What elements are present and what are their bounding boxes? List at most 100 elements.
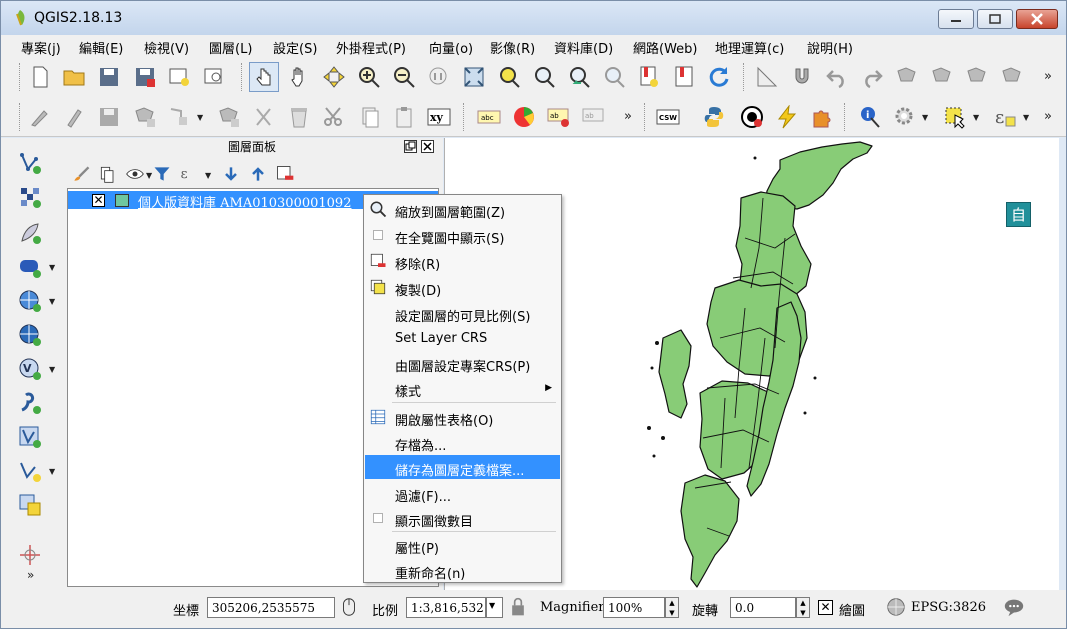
- ctx-save-as[interactable]: 存檔為...: [365, 430, 560, 454]
- menu-layer[interactable]: 圖層(L): [209, 38, 252, 57]
- move-feature-button[interactable]: [929, 64, 955, 90]
- messages-button[interactable]: [1003, 596, 1025, 618]
- menu-plugins[interactable]: 外掛程式(P): [336, 38, 406, 57]
- new-bookmark-button[interactable]: [636, 64, 662, 90]
- magnifier-spinner[interactable]: ▲ ▼: [665, 597, 679, 618]
- ctx-open-attribute-table[interactable]: 開啟屬性表格(O): [365, 405, 560, 429]
- show-hide-labels-button[interactable]: ab: [581, 104, 607, 130]
- pin-labels-button[interactable]: ab: [546, 104, 572, 130]
- dropdown-arrow-icon[interactable]: ▼: [197, 113, 203, 122]
- new-project-button[interactable]: [27, 64, 53, 90]
- dropdown-arrow-icon[interactable]: ▼: [1023, 113, 1029, 122]
- toolbar-overflow-icon[interactable]: »: [1044, 109, 1052, 124]
- menu-web[interactable]: 網路(Web): [633, 38, 698, 57]
- panel-float-button[interactable]: [404, 140, 417, 153]
- diagram-button[interactable]: [511, 104, 537, 130]
- visibility-button[interactable]: [125, 164, 145, 184]
- menu-settings[interactable]: 設定(S): [273, 38, 317, 57]
- crs-status-button[interactable]: [885, 596, 907, 618]
- ctx-set-scale-visibility[interactable]: 設定圖層的可見比例(S): [365, 301, 560, 325]
- menu-processing[interactable]: 地理運算(c): [715, 38, 784, 57]
- zoom-to-selection-button[interactable]: [496, 64, 522, 90]
- fill-ring-button[interactable]: [251, 104, 277, 130]
- layer-visibility-checkbox[interactable]: ✕: [92, 194, 105, 207]
- refresh-button[interactable]: [706, 64, 732, 90]
- ctx-styles[interactable]: 樣式 ▶: [365, 376, 560, 400]
- collapse-all-button[interactable]: [248, 164, 268, 184]
- ctx-show-feature-count[interactable]: 顯示圖徵數目: [365, 506, 560, 530]
- toolbar-overflow-icon[interactable]: »: [1044, 69, 1052, 84]
- zoom-next-button[interactable]: [601, 64, 627, 90]
- remove-layer-button[interactable]: [275, 164, 295, 184]
- scale-dropdown-icon[interactable]: ▼: [486, 597, 503, 618]
- ctx-zoom-to-layer[interactable]: 縮放到圖層範圍(Z): [365, 197, 560, 221]
- coordinate-toggle-button[interactable]: [338, 596, 360, 618]
- add-spatialite-button[interactable]: [17, 220, 43, 246]
- menu-view[interactable]: 檢視(V): [144, 38, 189, 57]
- dropdown-arrow-icon[interactable]: ▼: [922, 113, 928, 122]
- ctx-save-as-layer-definition[interactable]: 儲存為圖層定義檔案...: [365, 455, 560, 479]
- label-tool-button[interactable]: abc: [476, 104, 502, 130]
- toolbar-overflow-icon[interactable]: »: [624, 109, 632, 124]
- toggle-editing-button[interactable]: [61, 104, 87, 130]
- new-print-composer-button[interactable]: [166, 64, 192, 90]
- scale-combobox[interactable]: 1:3,816,532: [406, 597, 486, 618]
- add-wfs-button[interactable]: V: [17, 356, 43, 382]
- current-edits-button[interactable]: [27, 104, 53, 130]
- layer-name[interactable]: 個人版資料庫 AMA010300001092: [138, 192, 351, 211]
- pan-map-button[interactable]: [286, 64, 312, 90]
- panel-close-button[interactable]: [421, 140, 434, 153]
- filter-expression-button[interactable]: ε: [179, 164, 199, 184]
- composer-manager-button[interactable]: [201, 64, 227, 90]
- select-features-button[interactable]: [942, 104, 968, 130]
- menu-database[interactable]: 資料庫(D): [554, 38, 613, 57]
- add-part-button[interactable]: [216, 104, 242, 130]
- python-console-button[interactable]: [701, 104, 727, 130]
- close-button[interactable]: [1016, 9, 1058, 29]
- zoom-last-button[interactable]: [566, 64, 592, 90]
- render-checkbox[interactable]: ✕: [818, 600, 833, 615]
- run-action-button[interactable]: [892, 104, 918, 130]
- add-delimited-text-button[interactable]: xy: [426, 104, 452, 130]
- save-as-button[interactable]: [132, 64, 158, 90]
- node-tool-button[interactable]: [964, 64, 990, 90]
- zoom-to-layer-button[interactable]: [531, 64, 557, 90]
- left-toolbar-overflow-icon[interactable]: »: [27, 568, 34, 582]
- dropdown-arrow-icon[interactable]: ▼: [49, 467, 55, 476]
- paste-button[interactable]: [391, 104, 417, 130]
- add-mssql-button[interactable]: [17, 254, 43, 280]
- measure-button[interactable]: [754, 64, 780, 90]
- cut-button[interactable]: [321, 104, 347, 130]
- csw-button[interactable]: CSW: [655, 104, 681, 130]
- ctx-remove[interactable]: 移除(R): [365, 249, 560, 273]
- save-project-button[interactable]: [96, 64, 122, 90]
- minimize-button[interactable]: [938, 9, 974, 29]
- add-delimited-button[interactable]: [17, 390, 43, 416]
- pan-to-selection-button[interactable]: [321, 64, 347, 90]
- plugin-puzzle-button[interactable]: [809, 104, 835, 130]
- identify-magnet-button[interactable]: [789, 64, 815, 90]
- pan-tool-button[interactable]: [249, 62, 279, 92]
- zoom-in-button[interactable]: [356, 64, 382, 90]
- open-project-button[interactable]: [61, 64, 87, 90]
- add-ring-button[interactable]: [166, 104, 192, 130]
- menu-vector[interactable]: 向量(o): [429, 38, 473, 57]
- menu-raster[interactable]: 影像(R): [490, 38, 535, 57]
- copy-button[interactable]: [356, 104, 382, 130]
- new-temp-layer-button[interactable]: [17, 492, 43, 518]
- dropdown-arrow-icon[interactable]: ▼: [49, 263, 55, 272]
- lock-scale-button[interactable]: [508, 596, 528, 618]
- menu-project[interactable]: 專案(j): [21, 38, 61, 57]
- add-virtual-layer-button[interactable]: [17, 424, 43, 450]
- filter-legend-button[interactable]: [152, 164, 172, 184]
- delete-button[interactable]: [286, 104, 312, 130]
- ctx-filter[interactable]: 過濾(F)...: [365, 481, 560, 505]
- save-edits-button[interactable]: [96, 104, 122, 130]
- ctx-properties[interactable]: 屬性(P): [365, 533, 560, 557]
- ctx-set-project-crs[interactable]: 由圖層設定專案CRS(P): [365, 351, 560, 375]
- new-shapefile-button[interactable]: [17, 458, 43, 484]
- georeferencer-button[interactable]: [739, 104, 765, 130]
- coordinate-field[interactable]: 305206,2535575: [207, 597, 335, 618]
- delete-selected-button[interactable]: [999, 64, 1025, 90]
- show-bookmarks-button[interactable]: [671, 64, 697, 90]
